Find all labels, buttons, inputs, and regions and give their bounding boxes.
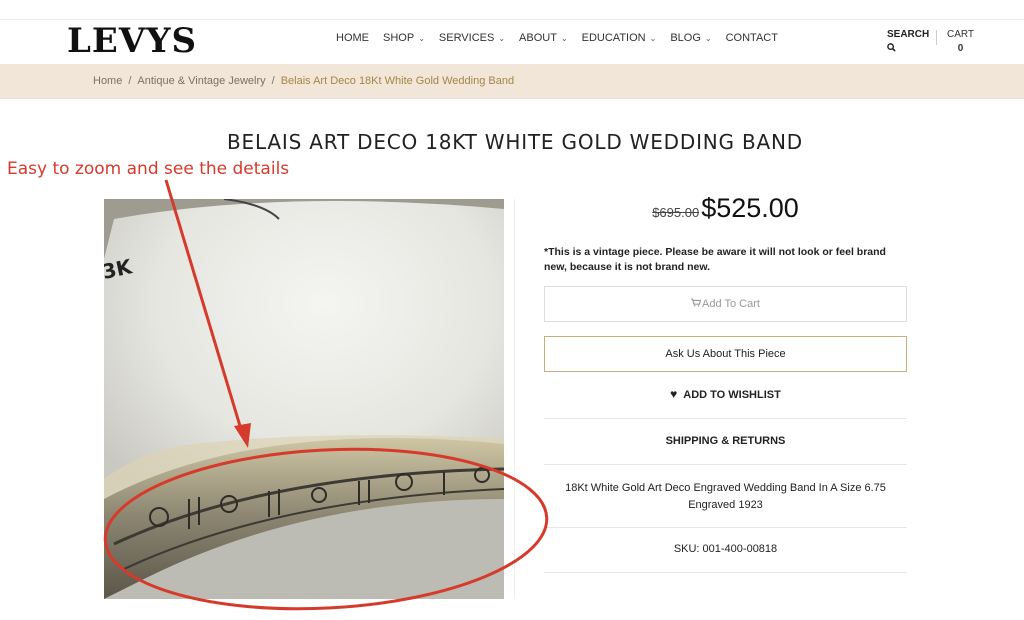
add-to-wishlist-button[interactable]: ♥ ADD TO WISHLIST [544, 387, 907, 401]
nav-item-about[interactable]: ABOUT ⌄ [519, 32, 568, 44]
heart-icon: ♥ [670, 387, 678, 401]
section-divider [544, 418, 907, 419]
old-price: $695.00 [652, 205, 700, 220]
top-divider [0, 19, 1024, 20]
nav-item-label: CONTACT [725, 32, 778, 44]
nav-item-education[interactable]: EDUCATION ⌄ [582, 32, 657, 44]
nav-item-shop[interactable]: SHOP ⌄ [383, 32, 425, 44]
product-image[interactable]: 3K [104, 199, 504, 599]
section-divider [544, 572, 907, 573]
chevron-down-icon: ⌄ [418, 33, 425, 43]
cart-button[interactable]: CART 0 [947, 29, 974, 54]
nav-item-blog[interactable]: BLOG ⌄ [670, 32, 711, 44]
breadcrumb: Home / Antique & Vintage Jewelry / Belai… [93, 75, 514, 87]
price-block: $695.00$525.00 [544, 193, 907, 224]
chevron-down-icon: ⌄ [649, 33, 657, 43]
ask-about-button[interactable]: Ask Us About This Piece [544, 336, 907, 372]
nav-item-contact[interactable]: CONTACT [726, 32, 778, 44]
breadcrumb-home[interactable]: Home [93, 75, 122, 87]
breadcrumb-separator: / [271, 75, 275, 87]
product-title: BELAIS ART DECO 18KT WHITE GOLD WEDDING … [227, 130, 803, 154]
image-divider [514, 199, 515, 599]
section-divider [544, 464, 907, 465]
nav-item-label: BLOG [670, 32, 701, 44]
nav-item-label: SHOP [383, 32, 415, 44]
search-icon [887, 43, 929, 55]
cart-count: 0 [957, 43, 964, 54]
add-to-cart-label: Add To Cart [702, 298, 760, 310]
nav-item-services[interactable]: SERVICES ⌄ [439, 32, 505, 44]
chevron-down-icon: ⌄ [498, 33, 506, 43]
product-sku: SKU: 001-400-00818 [673, 543, 778, 555]
annotation-text: Easy to zoom and see the details [7, 159, 290, 179]
section-divider [544, 527, 907, 528]
vintage-notice: *This is a vintage piece. Please be awar… [544, 246, 886, 273]
chevron-down-icon: ⌄ [704, 33, 712, 43]
nav-item-home[interactable]: HOME [336, 32, 369, 44]
search-button[interactable]: SEARCH [887, 29, 929, 55]
search-label: SEARCH [887, 29, 930, 40]
add-to-cart-button[interactable]: Add To Cart [544, 286, 907, 322]
nav-item-label: SERVICES [438, 32, 495, 44]
chevron-down-icon: ⌄ [560, 33, 568, 43]
wishlist-label: ADD TO WISHLIST [683, 389, 781, 401]
breadcrumb-category[interactable]: Antique & Vintage Jewelry [137, 75, 265, 87]
product-description: 18Kt White Gold Art Deco Engraved Weddin… [565, 482, 886, 511]
nav-item-label: HOME [336, 32, 369, 44]
cart-label: CART [947, 29, 975, 40]
cart-icon [691, 298, 702, 310]
sale-price: $525.00 [701, 193, 799, 223]
breadcrumb-separator: / [128, 75, 132, 87]
nav-item-label: EDUCATION [581, 32, 646, 44]
nav-item-label: ABOUT [519, 32, 557, 44]
brand-logo[interactable]: LEVYS [67, 22, 197, 60]
shipping-returns-toggle[interactable]: SHIPPING & RETURNS [544, 435, 907, 447]
main-nav: HOME SHOP ⌄ SERVICES ⌄ ABOUT ⌄ EDUCATION ⌄ B… [336, 32, 792, 44]
header-divider [936, 30, 937, 45]
breadcrumb-current: Belais Art Deco 18Kt White Gold Wedding … [280, 75, 515, 87]
ask-about-label: Ask Us About This Piece [665, 348, 786, 360]
